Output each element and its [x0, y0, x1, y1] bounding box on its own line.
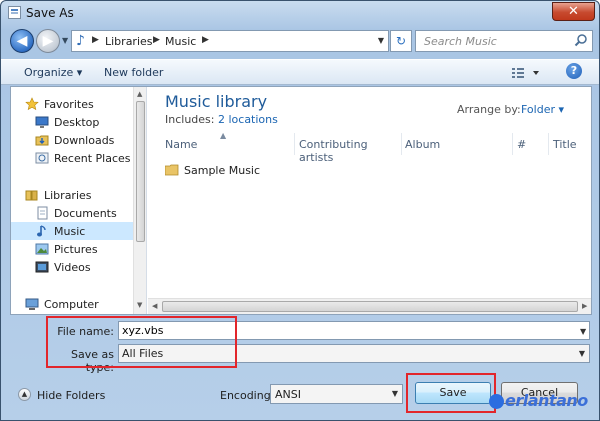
encoding-label: Encoding:: [220, 389, 275, 402]
includes-label: Includes:: [165, 113, 215, 126]
navigation-pane: Favorites Desktop Downloads Recent Place…: [11, 87, 147, 314]
watermark-logo-icon: [489, 394, 504, 409]
sidebar-item-pictures[interactable]: Pictures: [11, 240, 133, 258]
refresh-button[interactable]: ↻: [390, 30, 412, 52]
breadcrumb-libraries[interactable]: Libraries: [105, 35, 153, 48]
library-title: Music library: [165, 92, 268, 111]
command-bar: Organize ▾ New folder ?: [1, 59, 599, 85]
sidebar-item-libraries[interactable]: Libraries: [11, 186, 133, 204]
search-placeholder: Search Music: [424, 35, 497, 48]
encoding-value: ANSI: [275, 388, 301, 401]
column-header-contributing-artists[interactable]: Contributing artists: [299, 133, 402, 164]
sidebar-item-label: Documents: [54, 207, 117, 220]
file-name-dropdown-icon[interactable]: ▼: [580, 327, 595, 336]
save-as-type-select[interactable]: All Files ▼: [118, 344, 590, 363]
folder-icon: [165, 164, 179, 176]
column-header-title[interactable]: Title: [553, 133, 591, 155]
sidebar-item-recent-places[interactable]: Recent Places: [11, 149, 133, 167]
documents-icon: [37, 206, 48, 220]
file-list-pane: Music library Includes: 2 locations Arra…: [148, 87, 591, 314]
sidebar-item-label: Libraries: [44, 189, 92, 202]
libraries-icon: [25, 190, 38, 201]
save-as-type-value: All Files: [122, 347, 164, 360]
videos-icon: [35, 261, 49, 273]
encoding-select[interactable]: ANSI ▼: [270, 384, 403, 404]
address-bar[interactable]: ♪ ▶ Libraries ▶ Music ▶ ▼: [71, 30, 389, 52]
library-includes: Includes: 2 locations: [165, 113, 278, 126]
scroll-down-icon[interactable]: ▼: [137, 301, 142, 309]
music-library-icon: ♪: [76, 33, 85, 49]
back-button[interactable]: ◀: [10, 29, 34, 53]
navigation-scrollbar[interactable]: ▲ ▼: [133, 87, 146, 314]
close-button[interactable]: ✕: [552, 2, 595, 21]
forward-button[interactable]: ▶: [36, 29, 60, 53]
collapse-icon: ▲: [18, 388, 31, 401]
title-bar: Save As ✕: [1, 1, 599, 25]
breadcrumb-separator-icon[interactable]: ▶: [202, 35, 209, 45]
window-title: Save As: [26, 6, 74, 20]
watermark-text: erlantano: [505, 391, 588, 410]
sidebar-item-documents[interactable]: Documents: [11, 204, 133, 222]
sidebar-item-label: Videos: [54, 261, 91, 274]
music-icon: [37, 225, 46, 237]
arrange-by-label: Arrange by:: [457, 103, 521, 116]
search-icon[interactable]: [574, 33, 588, 47]
horizontal-scrollbar[interactable]: ◀ ▶: [148, 298, 591, 314]
breadcrumb-separator-icon[interactable]: ▶: [92, 35, 99, 45]
star-icon: [25, 97, 39, 111]
pictures-icon: [35, 243, 49, 255]
column-header-number[interactable]: #: [517, 133, 549, 155]
sidebar-item-desktop[interactable]: Desktop: [11, 113, 133, 131]
downloads-icon: [35, 135, 49, 146]
breadcrumb-separator-icon[interactable]: ▶: [153, 35, 160, 45]
hide-folders-label: Hide Folders: [37, 389, 106, 402]
sidebar-item-computer[interactable]: Computer: [11, 295, 133, 313]
help-button[interactable]: ?: [566, 63, 582, 79]
browser-pane: Favorites Desktop Downloads Recent Place…: [10, 86, 592, 315]
sidebar-item-favorites[interactable]: Favorites: [11, 95, 133, 113]
sidebar-item-label: Downloads: [54, 134, 115, 147]
computer-icon: [25, 298, 39, 310]
sidebar-item-downloads[interactable]: Downloads: [11, 131, 133, 149]
address-dropdown-icon[interactable]: ▼: [378, 36, 384, 45]
notepad-icon: [8, 6, 21, 19]
sidebar-item-label: Computer: [44, 298, 99, 311]
desktop-icon: [35, 116, 49, 128]
column-header-name[interactable]: Name: [165, 133, 295, 155]
recent-pages-dropdown[interactable]: ▼: [62, 36, 68, 45]
scrollbar-thumb[interactable]: [136, 101, 145, 242]
save-as-dialog: Save As ✕ ◀ ▶ ▼ ♪ ▶ Libraries ▶ Music ▶ …: [0, 0, 600, 421]
scroll-up-icon[interactable]: ▲: [137, 90, 142, 98]
locations-link[interactable]: 2 locations: [218, 113, 278, 126]
sidebar-item-music[interactable]: Music: [11, 222, 133, 240]
sidebar-item-label: Music: [54, 225, 86, 238]
navigation-bar: ◀ ▶ ▼ ♪ ▶ Libraries ▶ Music ▶ ▼ ↻ Search…: [1, 27, 599, 57]
watermark: erlantano: [489, 391, 588, 410]
chevron-down-icon: ▼: [578, 349, 585, 358]
sidebar-item-videos[interactable]: Videos: [11, 258, 133, 276]
save-as-type-label: Save as type:: [71, 348, 114, 374]
scrollbar-thumb[interactable]: [162, 301, 578, 312]
arrange-by-dropdown[interactable]: Folder ▾: [521, 103, 564, 116]
chevron-down-icon: ▼: [391, 389, 398, 398]
sidebar-item-label: Desktop: [54, 116, 100, 129]
scroll-left-icon[interactable]: ◀: [152, 302, 157, 310]
scroll-right-icon[interactable]: ▶: [582, 302, 587, 310]
breadcrumb-music[interactable]: Music: [165, 35, 196, 48]
sidebar-item-label: Pictures: [54, 243, 98, 256]
organize-button[interactable]: Organize ▾: [24, 66, 82, 79]
recent-places-icon: [35, 152, 49, 164]
file-name-input[interactable]: [118, 321, 590, 340]
change-view-icon[interactable]: [509, 64, 545, 82]
sidebar-item-label: Recent Places: [54, 152, 131, 165]
search-input[interactable]: Search Music: [415, 30, 593, 52]
column-header-album[interactable]: Album: [405, 133, 513, 155]
save-button[interactable]: Save: [415, 382, 491, 404]
sidebar-item-label: Favorites: [44, 98, 94, 111]
new-folder-button[interactable]: New folder: [104, 66, 163, 79]
file-name: Sample Music: [184, 164, 261, 177]
file-name-label: File name:: [57, 325, 114, 338]
